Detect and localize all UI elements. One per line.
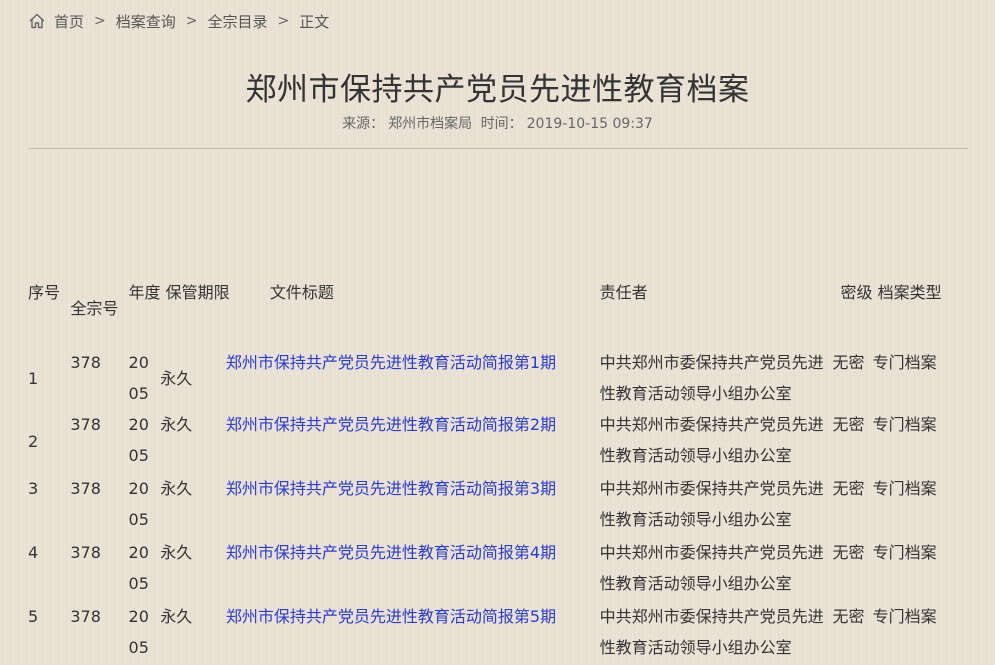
table-row: 5 378 2005 永久 郑州市保持共产党员先进性教育活动简报第5期 中共郑州… (24, 601, 964, 665)
header-responsible: 责任者 (599, 283, 648, 302)
breadcrumb-archive-query-link[interactable]: 档案查询 (116, 11, 176, 32)
table-row: 2 378 2005 永久 郑州市保持共产党员先进性教育活动简报第2期 中共郑州… (24, 409, 964, 473)
breadcrumb-catalog-link[interactable]: 全宗目录 (208, 11, 268, 32)
cell-type: 专门档案 (872, 479, 937, 498)
cell-fonds: 378 (70, 543, 101, 562)
cell-responsible: 中共郑州市委保持共产党员先进性教育活动领导小组办公室 (599, 479, 824, 529)
cell-year: 2005 (128, 353, 149, 403)
breadcrumb-current: 正文 (299, 12, 330, 31)
cell-title: 郑州市保持共产党员先进性教育活动简报第3期 (222, 473, 596, 537)
document-title-link[interactable]: 郑州市保持共产党员先进性教育活动简报第5期 (226, 607, 556, 626)
cell-seq: 1 (28, 368, 39, 388)
document-title-link[interactable]: 郑州市保持共产党员先进性教育活动简报第3期 (226, 479, 556, 498)
table-row: 4 378 2005 永久 郑州市保持共产党员先进性教育活动简报第4期 中共郑州… (24, 537, 964, 601)
cell-fonds: 378 (70, 479, 101, 498)
cell-responsible: 中共郑州市委保持共产党员先进性教育活动领导小组办公室 (599, 415, 824, 465)
breadcrumb: 首页 > 档案查询 > 全宗目录 > 正文 (28, 10, 329, 32)
cell-period: 永久 (160, 607, 193, 626)
time-label: 时间： (480, 116, 523, 132)
document-title-link[interactable]: 郑州市保持共产党员先进性教育活动简报第2期 (226, 415, 556, 434)
header-seq: 序号 (28, 283, 61, 302)
cell-title: 郑州市保持共产党员先进性教育活动简报第2期 (222, 409, 596, 473)
header-fonds: 全宗号 (70, 299, 119, 318)
cell-fonds: 378 (70, 607, 101, 626)
cell-title: 郑州市保持共产党员先进性教育活动简报第1期 (222, 330, 596, 409)
cell-type: 专门档案 (872, 543, 937, 562)
breadcrumb-home-link[interactable]: 首页 (54, 11, 84, 32)
header-year: 年度 (128, 283, 161, 302)
cell-period: 永久 (160, 543, 193, 562)
cell-responsible: 中共郑州市委保持共产党员先进性教育活动领导小组办公室 (599, 607, 824, 657)
cell-secret: 无密 (832, 543, 865, 562)
header-period: 保管期限 (165, 283, 230, 302)
title-divider (28, 148, 968, 149)
cell-year: 2005 (128, 607, 149, 657)
cell-seq: 3 (28, 479, 39, 498)
cell-fonds: 378 (70, 415, 101, 434)
cell-fonds: 378 (70, 353, 101, 372)
home-icon[interactable] (28, 12, 46, 30)
breadcrumb-separator: > (277, 13, 290, 29)
cell-type: 专门档案 (872, 607, 937, 626)
cell-seq: 5 (28, 607, 39, 626)
document-title-link[interactable]: 郑州市保持共产党员先进性教育活动简报第4期 (226, 543, 556, 562)
cell-responsible: 中共郑州市委保持共产党员先进性教育活动领导小组办公室 (599, 353, 824, 403)
header-secret: 密级 (840, 283, 873, 302)
cell-title: 郑州市保持共产党员先进性教育活动简报第4期 (222, 537, 596, 601)
cell-seq: 4 (28, 543, 39, 562)
table-row: 1 378 2005 永久 郑州市保持共产党员先进性教育活动简报第1期 中共郑州… (24, 330, 964, 409)
cell-type: 专门档案 (872, 353, 937, 372)
cell-secret: 无密 (832, 353, 865, 372)
cell-seq: 2 (28, 431, 39, 451)
breadcrumb-separator: > (185, 13, 198, 29)
cell-period: 永久 (160, 479, 193, 498)
source-label: 来源： (342, 116, 385, 132)
table-row: 3 378 2005 永久 郑州市保持共产党员先进性教育活动简报第3期 中共郑州… (24, 473, 964, 537)
cell-secret: 无密 (832, 607, 865, 626)
cell-period: 永久 (160, 368, 193, 388)
cell-year: 2005 (128, 415, 149, 465)
cell-type: 专门档案 (872, 415, 937, 434)
article-meta: 来源： 郑州市档案局 时间： 2019-10-15 09:37 (0, 113, 995, 133)
header-year-period: 年度 保管期限 (125, 255, 230, 330)
source-value: 郑州市档案局 (388, 116, 473, 132)
cell-secret: 无密 (832, 415, 865, 434)
table-header-row: 序号 全宗号 年度 保管期限 文件标题 责任者 密级 档案类型 (24, 255, 964, 330)
cell-title: 郑州市保持共产党员先进性教育活动简报第5期 (222, 601, 596, 665)
cell-secret: 无密 (832, 479, 865, 498)
breadcrumb-separator: > (94, 13, 106, 29)
cell-year: 2005 (128, 479, 149, 529)
document-title-link[interactable]: 郑州市保持共产党员先进性教育活动简报第1期 (226, 353, 556, 372)
cell-responsible: 中共郑州市委保持共产党员先进性教育活动领导小组办公室 (599, 543, 824, 593)
time-value: 2019-10-15 09:37 (526, 116, 653, 132)
cell-year: 2005 (128, 543, 149, 593)
header-title: 文件标题 (269, 283, 334, 302)
header-type: 档案类型 (877, 283, 942, 302)
cell-period: 永久 (160, 415, 193, 434)
archive-table: 序号 全宗号 年度 保管期限 文件标题 责任者 密级 档案类型 1 378 20… (24, 255, 964, 665)
header-secret-type: 密级 档案类型 (828, 255, 964, 330)
page-title: 郑州市保持共产党员先进性教育档案 (245, 72, 750, 108)
